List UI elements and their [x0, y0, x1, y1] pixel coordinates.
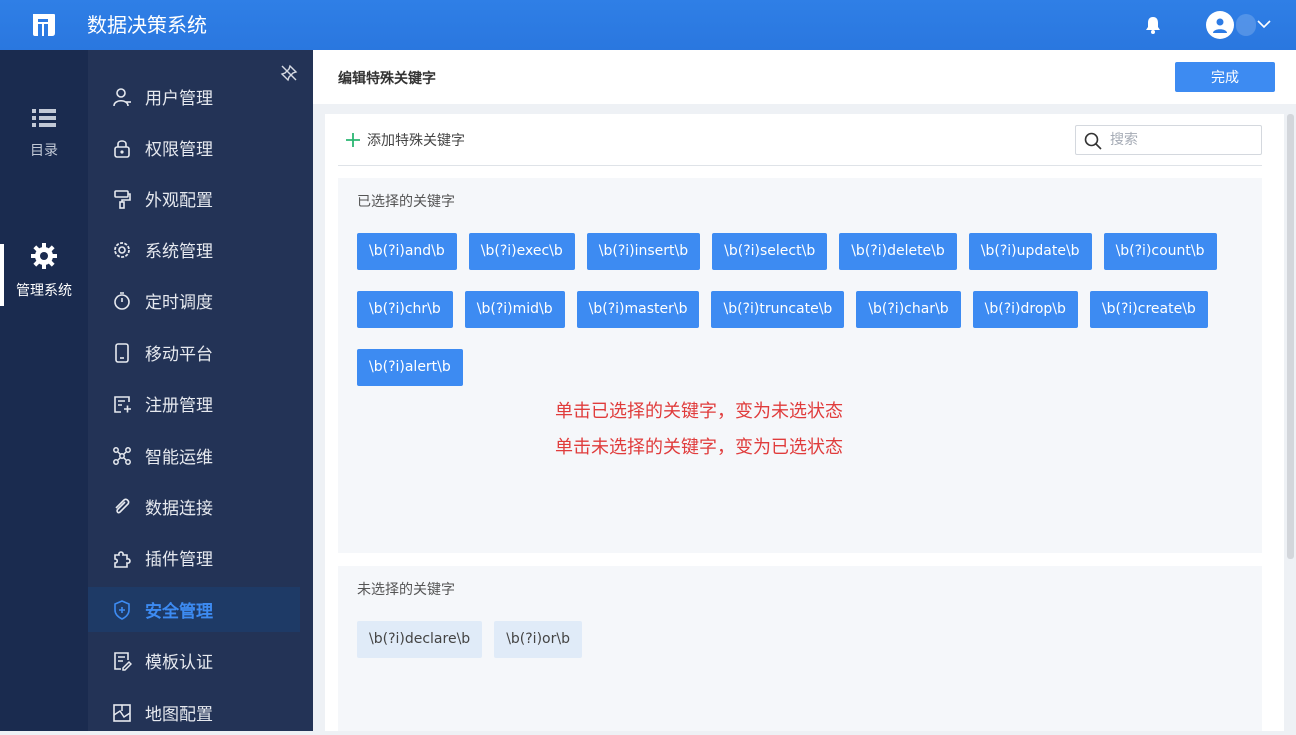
sidebar-item-label: 地图配置 — [145, 705, 213, 725]
notification-bell-icon[interactable] — [1144, 15, 1162, 35]
puzzle-icon — [114, 550, 131, 568]
lock-icon — [114, 139, 130, 158]
cog-icon — [114, 241, 130, 258]
keyword-chip[interactable]: \b(?i)and\b — [357, 233, 457, 270]
network-icon — [113, 446, 131, 465]
keyword-chip[interactable]: \b(?i)delete\b — [839, 233, 957, 270]
mobile-icon — [115, 342, 129, 363]
search-icon — [1084, 132, 1102, 150]
vertical-scrollbar[interactable] — [1287, 114, 1294, 559]
unselected-keywords-title: 未选择的关键字 — [357, 582, 455, 598]
keyword-chip[interactable]: \b(?i)declare\b — [357, 621, 483, 658]
sidebar-item-label: 系统管理 — [145, 242, 213, 262]
page-header: 编辑特殊关键字 完成 — [313, 50, 1296, 104]
sidebar-item-label: 模板认证 — [145, 653, 213, 673]
sidebar-item-label: 注册管理 — [145, 396, 213, 416]
rail-item-management[interactable]: 管理系统 — [0, 242, 88, 300]
keyword-chip[interactable]: \b(?i)mid\b — [464, 291, 565, 328]
plus-icon — [346, 133, 360, 147]
keyword-chip[interactable]: \b(?i)master\b — [576, 291, 700, 328]
page-title: 编辑特殊关键字 — [338, 71, 436, 87]
search-box[interactable] — [1075, 125, 1262, 155]
selected-keyword-list: \b(?i)and\b \b(?i)exec\b \b(?i)insert\b \b(… — [357, 233, 1247, 386]
sidebar-item-mobile[interactable]: 移动平台 — [88, 330, 300, 375]
keyword-chip[interactable]: \b(?i)exec\b — [468, 233, 575, 270]
sidebar-item-label: 智能运维 — [145, 448, 213, 468]
sidebar-item-template-auth[interactable]: 模板认证 — [88, 638, 300, 683]
sidebar-item-label: 安全管理 — [145, 602, 213, 622]
keyword-chip[interactable]: \b(?i)alert\b — [357, 349, 463, 386]
paperclip-icon — [115, 498, 130, 513]
add-keyword-label: 添加特殊关键字 — [367, 133, 465, 149]
sidebar-item-label: 用户管理 — [145, 89, 213, 109]
unselected-keyword-list: \b(?i)declare\b \b(?i)or\b — [357, 621, 1247, 658]
sidebar-item-label: 移动平台 — [145, 345, 213, 365]
sidebar-item-plugins[interactable]: 插件管理 — [88, 535, 300, 580]
search-input[interactable] — [1110, 130, 1255, 150]
gear-icon — [31, 243, 57, 269]
left-rail: 目录 管理系统 — [0, 50, 88, 731]
keyword-chip[interactable]: \b(?i)update\b — [968, 233, 1092, 270]
sidebar-item-security[interactable]: 安全管理 — [88, 587, 300, 632]
sidebar-item-map[interactable]: 地图配置 — [88, 690, 300, 735]
paint-roller-icon — [114, 189, 131, 209]
keyword-chip[interactable]: \b(?i)or\b — [494, 621, 582, 658]
hint-text-line2: 单击未选择的关键字，变为已选状态 — [555, 437, 843, 458]
main-content: 编辑特殊关键字 完成 添加特殊关键字 已选择的关键字 \b(?i)and\b\b… — [313, 50, 1296, 731]
user-icon — [113, 87, 131, 106]
sidebar-item-register[interactable]: 注册管理 — [88, 381, 300, 426]
add-keyword-button[interactable]: 添加特殊关键字 — [345, 130, 465, 150]
keyword-chip[interactable]: \b(?i)chr\b — [357, 291, 453, 328]
keyword-chip[interactable]: \b(?i)char\b — [856, 291, 961, 328]
sidebar-item-system[interactable]: 系统管理 — [88, 227, 300, 272]
sidebar-item-schedule[interactable]: 定时调度 — [88, 278, 300, 323]
rail-item-label: 管理系统 — [16, 283, 72, 299]
keyword-chip[interactable]: \b(?i)truncate\b — [711, 291, 845, 328]
keyword-chip[interactable]: \b(?i)insert\b — [586, 233, 701, 270]
keyword-chip[interactable]: \b(?i)drop\b — [972, 291, 1078, 328]
app-title: 数据决策系统 — [87, 13, 207, 37]
sidebar-item-ops[interactable]: 智能运维 — [88, 433, 300, 478]
toolbar-divider — [338, 165, 1262, 166]
rail-item-catalog[interactable]: 目录 — [0, 106, 88, 160]
document-edit-icon — [114, 651, 132, 671]
sidebar-item-users[interactable]: 用户管理 — [88, 74, 300, 119]
shield-icon — [114, 599, 130, 620]
stopwatch-icon — [114, 291, 130, 310]
selected-keywords-title: 已选择的关键字 — [357, 194, 455, 210]
keyword-chip[interactable]: \b(?i)select\b — [712, 233, 828, 270]
keyword-chip[interactable]: \b(?i)create\b — [1089, 291, 1208, 328]
hint-text-line1: 单击已选择的关键字，变为未选状态 — [555, 401, 843, 422]
logo-icon — [33, 14, 55, 36]
map-icon — [113, 703, 131, 722]
sidebar: 用户管理 权限管理 外观配置 系统管理 定时调度 移动平台 注册管理 智能运维 … — [88, 50, 313, 731]
chevron-down-icon[interactable] — [1257, 18, 1271, 30]
unselected-keywords-box: 未选择的关键字 \b(?i)declare\b \b(?i)or\b — [338, 566, 1262, 731]
done-button[interactable]: 完成 — [1175, 62, 1275, 92]
user-avatar[interactable] — [1206, 11, 1234, 39]
sidebar-item-permissions[interactable]: 权限管理 — [88, 125, 300, 170]
sidebar-item-label: 插件管理 — [145, 550, 213, 570]
sidebar-item-label: 定时调度 — [145, 293, 213, 313]
list-icon — [32, 109, 56, 127]
sidebar-item-label: 权限管理 — [145, 140, 213, 160]
avatar-person-icon — [1213, 18, 1227, 33]
sidebar-item-label: 数据连接 — [145, 499, 213, 519]
rail-item-label: 目录 — [30, 143, 58, 159]
sidebar-item-data-connection[interactable]: 数据连接 — [88, 484, 300, 529]
sidebar-item-label: 外观配置 — [145, 191, 213, 211]
register-icon — [114, 395, 131, 413]
panel-toolbar: 添加特殊关键字 — [325, 114, 1284, 166]
selected-keywords-box: 已选择的关键字 \b(?i)and\b \b(?i)exec\b \b(?i)ins… — [338, 178, 1262, 553]
top-bar: 数据决策系统 — [0, 0, 1296, 50]
keyword-chip[interactable]: \b(?i)count\b — [1103, 233, 1217, 270]
sidebar-item-appearance[interactable]: 外观配置 — [88, 176, 300, 221]
username-redacted — [1236, 14, 1256, 36]
